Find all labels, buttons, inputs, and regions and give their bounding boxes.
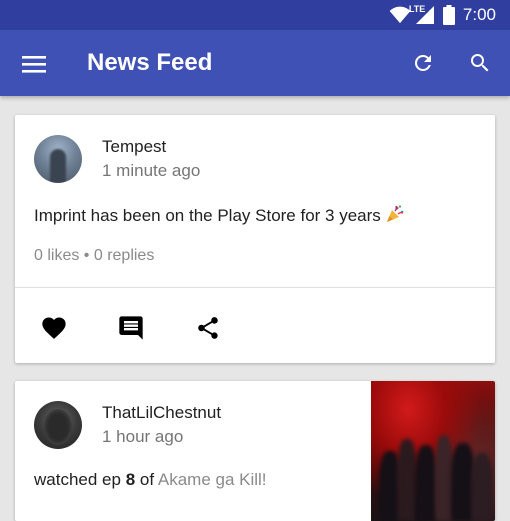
feed-post-card[interactable]: Tempest 1 minute ago Imprint has been on… xyxy=(15,115,495,363)
comment-icon xyxy=(119,316,143,340)
menu-button[interactable] xyxy=(14,44,54,84)
menu-icon xyxy=(22,56,46,73)
network-type: LTE xyxy=(408,4,426,14)
post-text-prefix: watched ep xyxy=(34,470,121,489)
battery-icon xyxy=(442,5,455,25)
post-username[interactable]: ThatLilChestnut xyxy=(102,403,221,423)
anime-title-link[interactable]: Akame ga Kill! xyxy=(158,470,267,489)
status-bar: LTE 7:00 xyxy=(0,0,510,30)
wifi-icon xyxy=(389,6,411,24)
post-text: Imprint has been on the Play Store for 3… xyxy=(34,204,405,229)
post-text-content: Imprint has been on the Play Store for 3… xyxy=(34,206,381,225)
search-button[interactable] xyxy=(460,43,500,83)
share-button[interactable] xyxy=(188,308,228,348)
heart-icon xyxy=(42,317,66,339)
like-button[interactable] xyxy=(34,308,74,348)
signal-icon: LTE xyxy=(409,4,435,25)
clock: 7:00 xyxy=(462,5,496,24)
post-stats: 0 likes • 0 replies xyxy=(34,247,155,264)
refresh-icon xyxy=(414,54,431,71)
share-icon xyxy=(198,317,218,339)
episode-number: 8 xyxy=(125,470,136,489)
anime-cover-image[interactable] xyxy=(371,381,495,521)
post-text: watched ep 8 of Akame ga Kill! xyxy=(34,470,267,490)
page-title: News Feed xyxy=(87,49,213,76)
app-bar: News Feed xyxy=(0,30,510,96)
post-username[interactable]: Tempest xyxy=(102,137,166,157)
feed-post-card[interactable]: ThatLilChestnut 1 hour ago watched ep 8 … xyxy=(15,381,495,521)
post-text-of: of xyxy=(139,470,155,489)
search-icon xyxy=(471,54,489,72)
party-popper-icon xyxy=(385,204,405,229)
avatar[interactable] xyxy=(34,135,82,183)
post-timestamp: 1 hour ago xyxy=(102,427,184,446)
refresh-button[interactable] xyxy=(403,43,443,83)
avatar[interactable] xyxy=(34,401,82,449)
post-timestamp: 1 minute ago xyxy=(102,161,201,180)
comment-button[interactable] xyxy=(111,308,151,348)
divider xyxy=(15,287,495,288)
